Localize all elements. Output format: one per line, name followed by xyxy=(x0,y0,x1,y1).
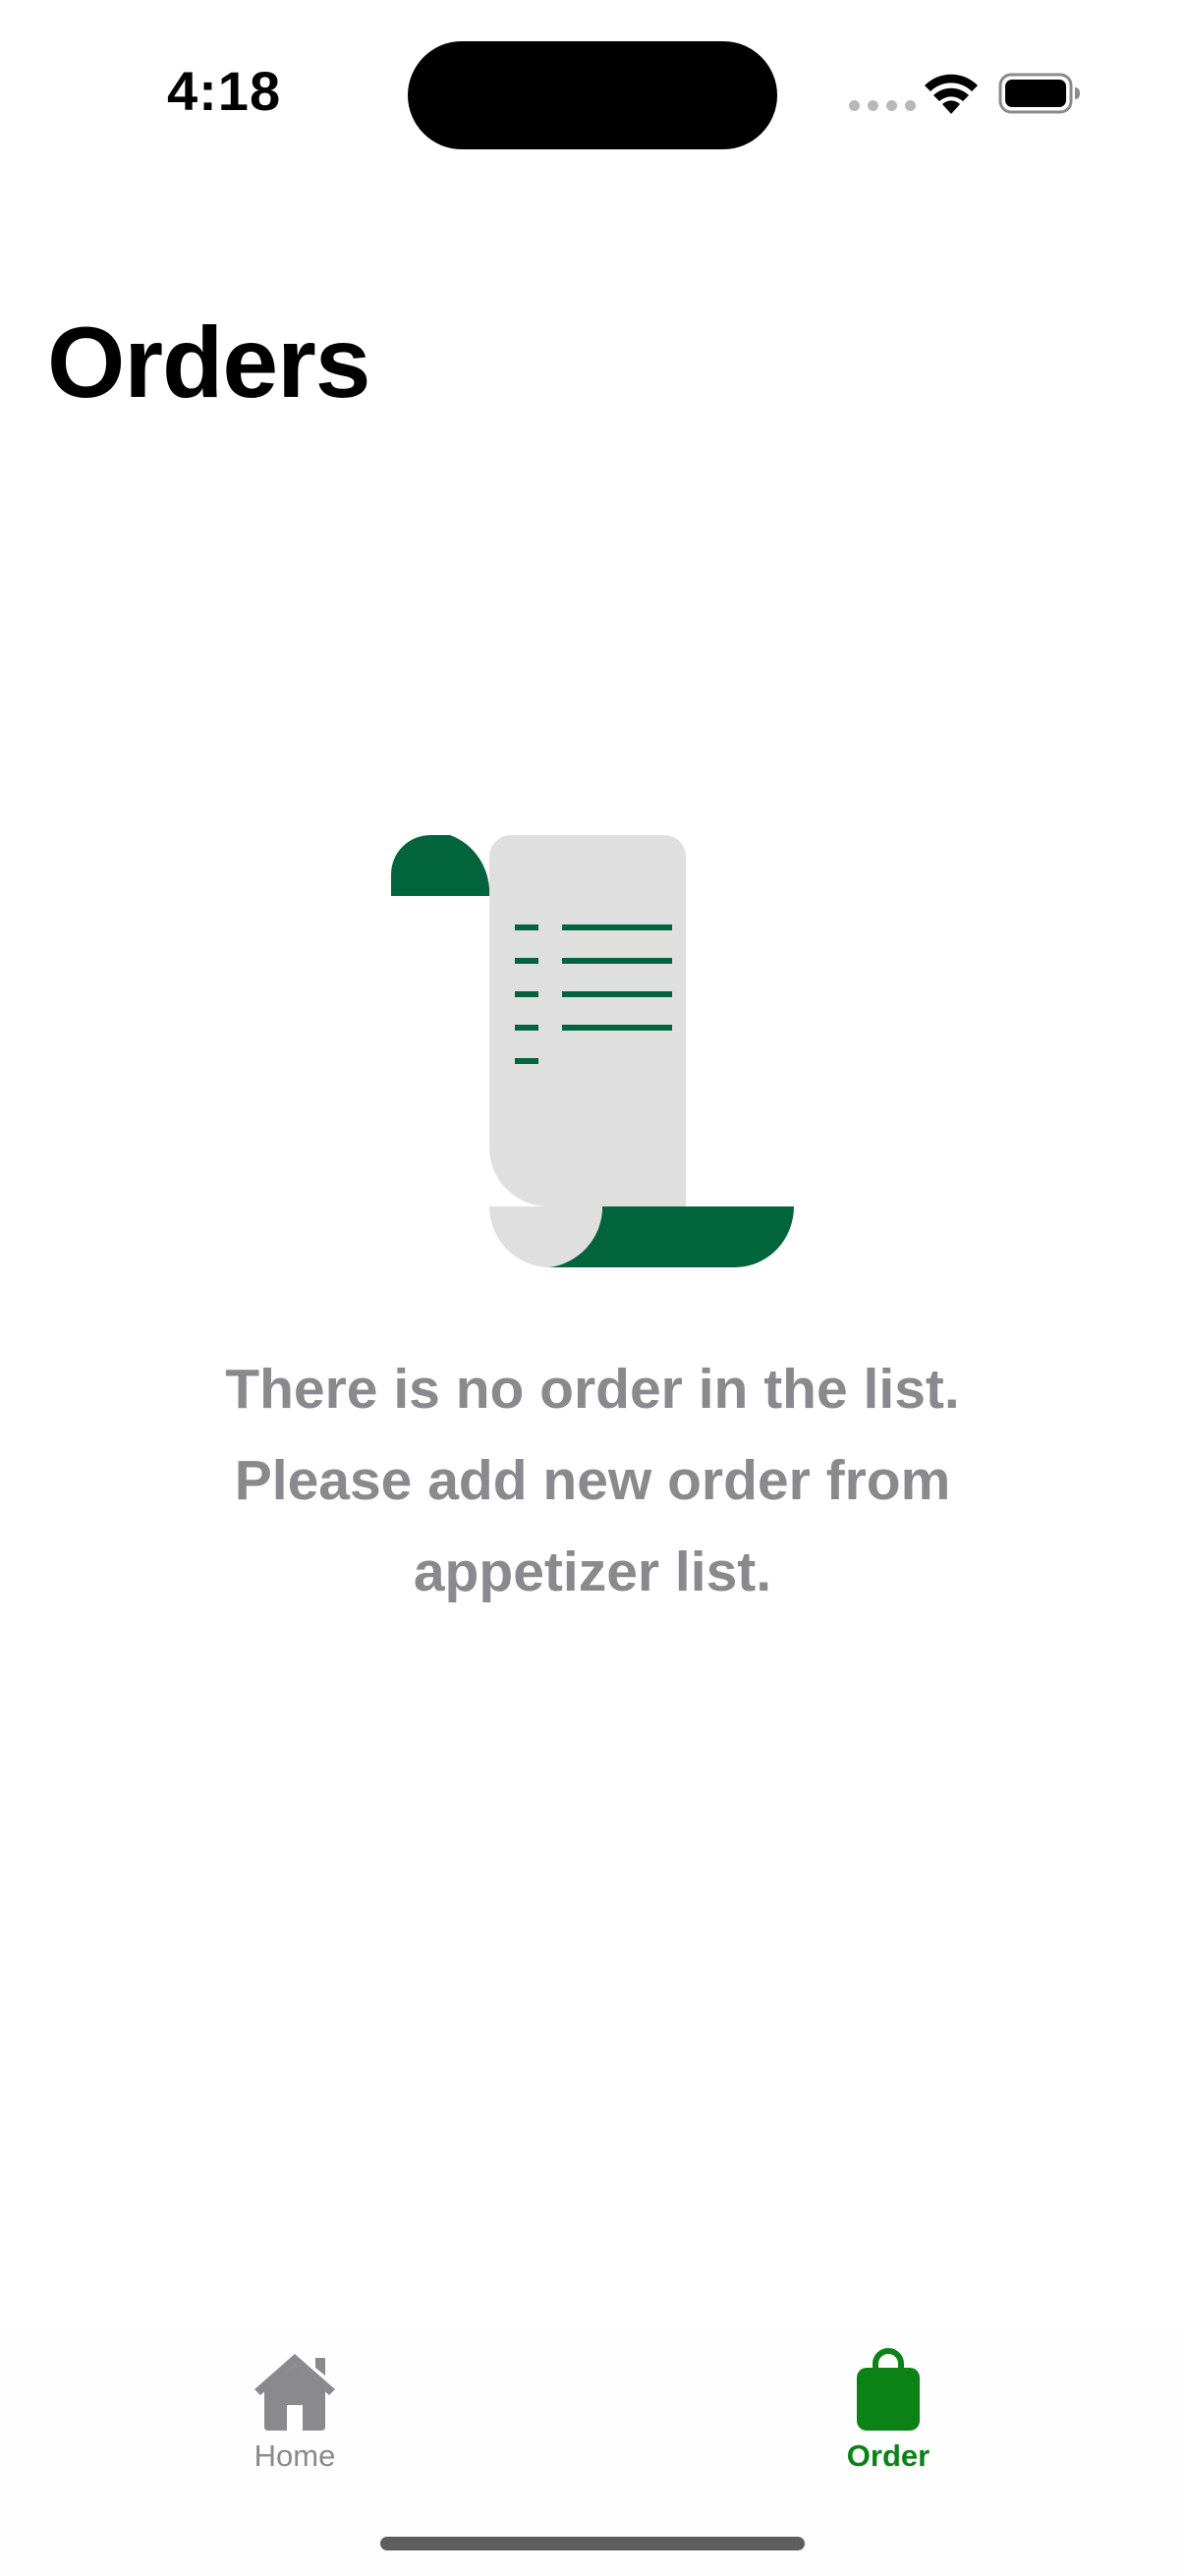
empty-message-line-3: appetizer list. xyxy=(413,1540,772,1603)
shopping-bag-icon xyxy=(857,2348,920,2431)
tab-home[interactable]: Home xyxy=(177,2348,413,2495)
home-indicator[interactable] xyxy=(380,2537,805,2550)
status-time: 4:18 xyxy=(167,60,282,122)
tab-home-label: Home xyxy=(254,2438,336,2473)
wifi-icon xyxy=(925,74,978,114)
dynamic-island xyxy=(408,41,777,149)
empty-message-line-2: Please add new order from xyxy=(234,1449,951,1512)
cellular-signal-icon xyxy=(849,100,916,111)
empty-message-line-1: There is no order in the list. xyxy=(225,1358,960,1421)
page-title: Orders xyxy=(47,307,370,419)
house-icon xyxy=(254,2354,335,2431)
tab-order-label: Order xyxy=(846,2438,931,2473)
receipt-scroll-icon xyxy=(391,835,794,1267)
empty-state-message: There is no order in the list. Please ad… xyxy=(150,1344,1035,1618)
battery-icon xyxy=(998,73,1080,114)
tab-order[interactable]: Order xyxy=(770,2348,1006,2495)
